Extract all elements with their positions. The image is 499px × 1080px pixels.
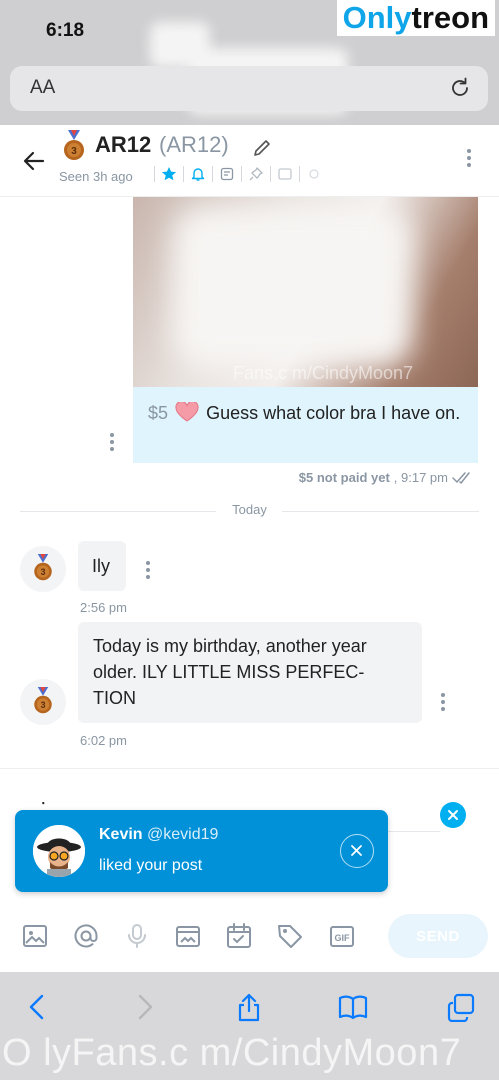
medal-icon: 3 xyxy=(64,130,84,160)
message-text-line: Today is my birthday, another year xyxy=(93,636,367,656)
paid-message-meta: $5 not paid yet , 9:17 pm xyxy=(299,470,474,485)
separator xyxy=(154,166,155,182)
medal-icon: 3 xyxy=(34,554,52,581)
toast-message: liked your post xyxy=(99,857,203,874)
toast-user-handle: @kevid19 xyxy=(147,826,219,843)
divider-line xyxy=(282,511,479,512)
message-options-icon[interactable] xyxy=(145,561,151,579)
text-size-button[interactable]: AA xyxy=(30,77,55,99)
price-tag-icon[interactable] xyxy=(276,922,304,950)
message-time: , 9:17 pm xyxy=(393,470,448,485)
watermark-part-b: treon xyxy=(411,0,490,35)
read-receipt-icon xyxy=(452,471,470,484)
close-icon xyxy=(448,810,458,820)
cowboy-avatar-icon xyxy=(33,825,85,877)
separator xyxy=(299,166,300,182)
bookmarks-icon[interactable] xyxy=(338,992,368,1022)
edit-icon[interactable] xyxy=(252,138,272,158)
avatar[interactable]: 3 xyxy=(20,546,66,592)
toast-close-button[interactable] xyxy=(340,834,374,868)
notes-icon[interactable] xyxy=(219,166,235,182)
medal-icon: 3 xyxy=(34,687,52,714)
image-icon[interactable] xyxy=(21,922,49,950)
brand-watermark: Only treon xyxy=(336,0,495,36)
mention-icon[interactable] xyxy=(72,922,100,950)
tabs-icon[interactable] xyxy=(446,992,476,1022)
bottom-watermark: O lyFans.c m/CindyMoon7 xyxy=(2,1032,462,1074)
day-label: Today xyxy=(232,502,267,517)
pin-icon[interactable] xyxy=(248,166,264,182)
svg-text:GIF: GIF xyxy=(335,933,351,943)
message-time: 6:02 pm xyxy=(80,733,127,748)
back-icon[interactable] xyxy=(22,992,52,1022)
contact-name[interactable]: AR12 xyxy=(95,132,151,158)
bell-icon[interactable] xyxy=(190,166,206,182)
image-icon[interactable] xyxy=(277,166,293,182)
gif-icon[interactable]: GIF xyxy=(328,922,356,950)
separator xyxy=(183,166,184,182)
message-options-icon[interactable] xyxy=(440,693,446,711)
star-icon[interactable] xyxy=(161,166,177,182)
browser-top-bar: 6:18 AA Only treon xyxy=(0,0,499,125)
forward-icon[interactable] xyxy=(130,992,160,1022)
heart-icon xyxy=(175,402,199,422)
composer-divider xyxy=(0,768,499,769)
paid-message-text: Guess what color bra I have on. xyxy=(206,403,461,423)
toast-user: Kevin @kevid19 xyxy=(99,826,218,844)
message-text: Ily xyxy=(92,556,110,576)
message-options-icon[interactable] xyxy=(109,433,115,451)
share-icon[interactable] xyxy=(234,992,264,1022)
more-icon[interactable] xyxy=(306,166,322,182)
payment-status: $5 not paid yet xyxy=(298,470,390,485)
toast-user-name: Kevin xyxy=(99,826,143,843)
seen-status: Seen 3h ago xyxy=(59,169,133,184)
watermark-part-a: Only xyxy=(342,0,412,35)
status-time: 6:18 xyxy=(46,20,85,41)
paid-message-bubble[interactable]: $5 Guess what color bra I have on. xyxy=(133,387,478,463)
back-arrow-icon[interactable] xyxy=(22,149,46,173)
close-icon xyxy=(351,845,362,856)
media-icon[interactable] xyxy=(174,922,202,950)
incoming-message-bubble[interactable]: Today is my birthday, another year older… xyxy=(78,622,422,723)
notification-toast[interactable]: Kevin @kevid19 liked your post xyxy=(15,810,388,892)
blurred-media xyxy=(173,207,413,367)
locked-media-preview[interactable]: Fans.c m/CindyMoon7 xyxy=(133,197,478,387)
clear-input-button[interactable] xyxy=(440,802,466,828)
reload-icon[interactable] xyxy=(448,76,472,100)
media-watermark: Fans.c m/CindyMoon7 xyxy=(233,363,414,383)
incoming-message-bubble[interactable]: Ily xyxy=(78,541,126,591)
mic-icon[interactable] xyxy=(123,922,151,950)
chat-header: 3 AR12 (AR12) Seen 3h ago xyxy=(0,125,499,197)
calendar-icon[interactable] xyxy=(225,922,253,950)
separator xyxy=(212,166,213,182)
message-text-line: TION xyxy=(93,688,136,708)
send-button[interactable]: SEND xyxy=(388,914,488,958)
message-price: $5 xyxy=(148,403,169,423)
avatar[interactable]: 3 xyxy=(20,679,66,725)
svg-text:3: 3 xyxy=(41,567,46,577)
message-text-line: older. ILY LITTLE MISS PERFEC- xyxy=(93,662,365,682)
url-bar[interactable]: AA xyxy=(10,66,488,111)
message-time: 2:56 pm xyxy=(80,600,127,615)
separator xyxy=(270,166,271,182)
more-options-icon[interactable] xyxy=(466,149,472,167)
svg-text:3: 3 xyxy=(71,146,77,157)
toast-avatar xyxy=(33,825,85,877)
header-actions xyxy=(148,166,322,182)
contact-handle[interactable]: (AR12) xyxy=(159,132,229,158)
svg-text:3: 3 xyxy=(41,700,46,710)
separator xyxy=(241,166,242,182)
day-divider: Today xyxy=(20,502,479,520)
